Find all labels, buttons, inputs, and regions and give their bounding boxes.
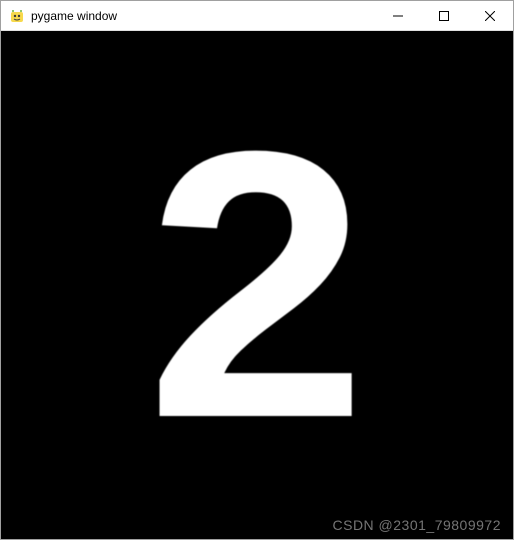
maximize-icon bbox=[439, 11, 449, 21]
minimize-button[interactable] bbox=[375, 1, 421, 30]
titlebar[interactable]: pygame window bbox=[1, 1, 513, 31]
window-title: pygame window bbox=[31, 9, 375, 23]
minimize-icon bbox=[393, 11, 403, 21]
app-icon bbox=[9, 8, 25, 24]
close-button[interactable] bbox=[467, 1, 513, 30]
window-controls bbox=[375, 1, 513, 30]
application-window: pygame window 2 CSDN @2301_79809972 bbox=[0, 0, 514, 540]
maximize-button[interactable] bbox=[421, 1, 467, 30]
watermark-text: CSDN @2301_79809972 bbox=[333, 517, 502, 533]
rendered-digit: 2 bbox=[146, 95, 368, 475]
pygame-canvas: 2 CSDN @2301_79809972 bbox=[1, 31, 513, 539]
close-icon bbox=[485, 11, 495, 21]
